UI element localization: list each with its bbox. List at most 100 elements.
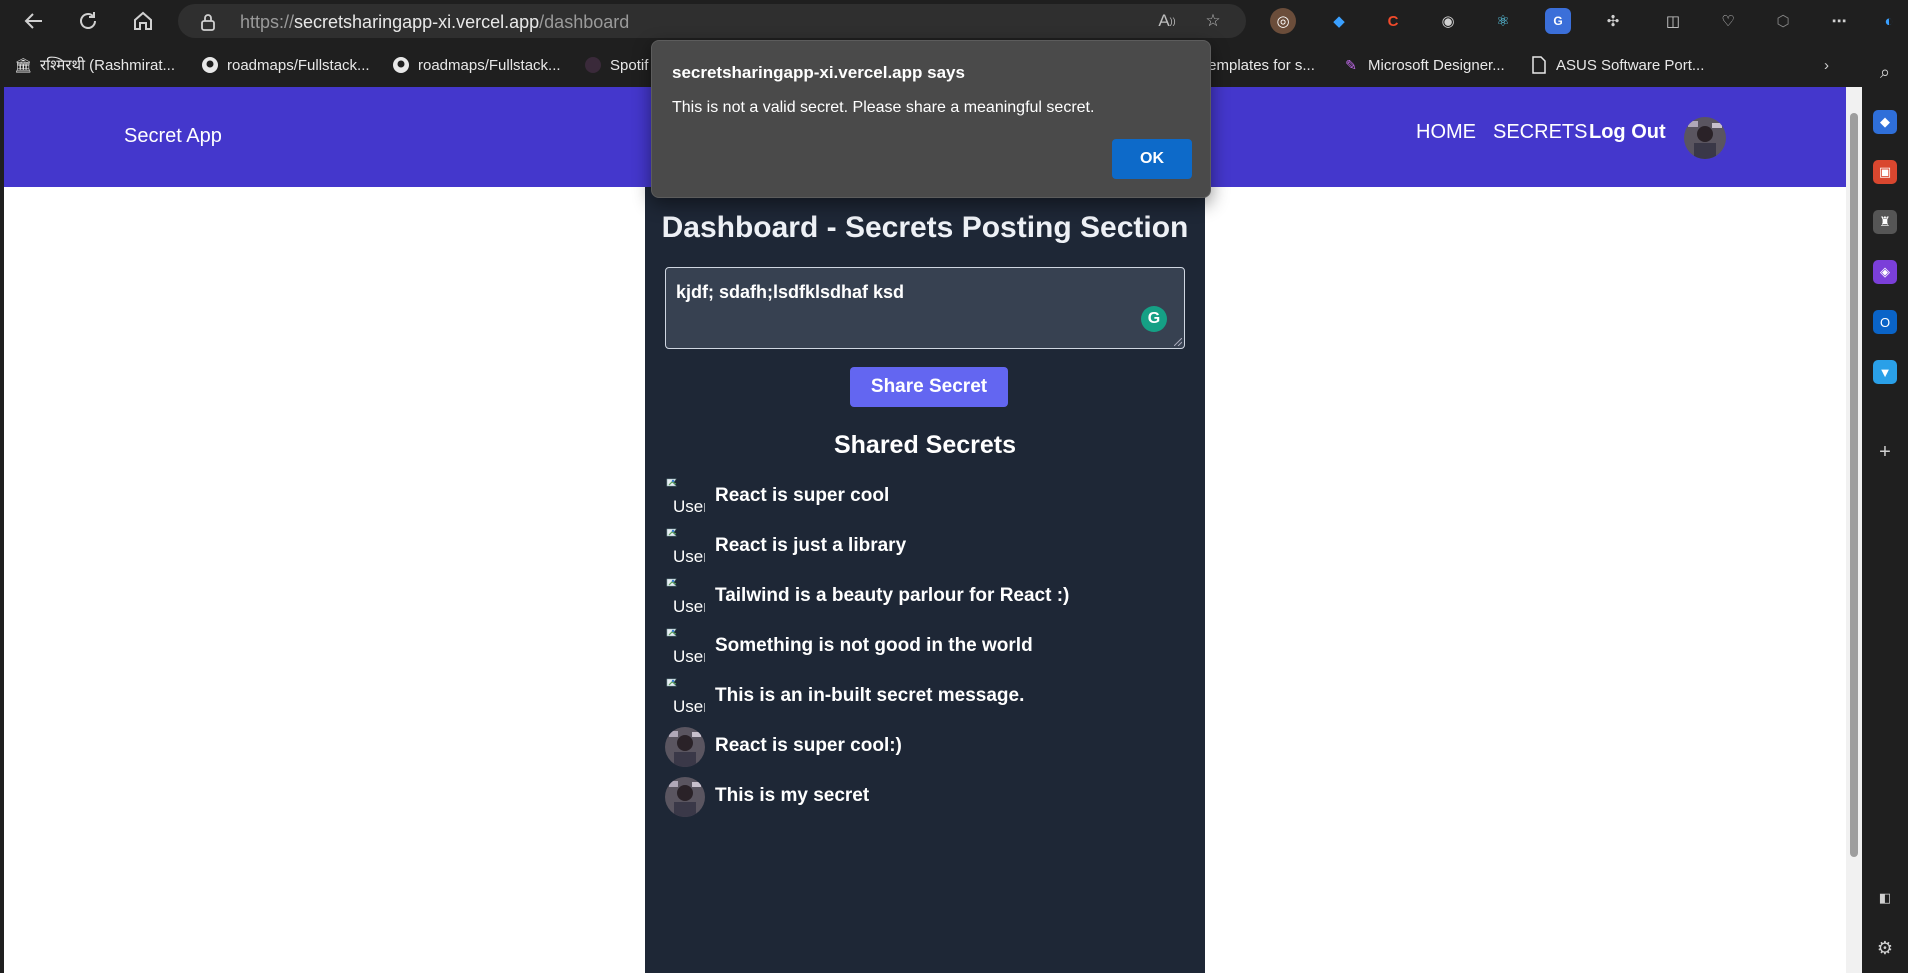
bookmark-label: roadmaps/Fullstack... <box>227 56 370 74</box>
settings-gear-icon[interactable]: ⚙ <box>1873 936 1897 960</box>
secret-list-item: User Tailwind is a beauty parlour for Rea… <box>665 577 1185 617</box>
tools-icon[interactable]: ▣ <box>1873 160 1897 184</box>
broken-image-icon: User <box>665 577 705 617</box>
user-avatar <box>665 777 705 817</box>
copilot-365-icon[interactable]: ◈ <box>1873 260 1897 284</box>
alert-title: secretsharingapp-xi.vercel.app says <box>672 63 965 82</box>
bookmark-label: ASUS Software Port... <box>1556 56 1705 74</box>
nav-home-link[interactable]: HOME <box>1416 121 1476 144</box>
back-icon[interactable] <box>18 5 50 37</box>
resize-handle-icon[interactable] <box>1174 338 1182 346</box>
page-scrollbar[interactable] <box>1846 87 1862 973</box>
designer-icon: ✎ <box>1345 56 1357 73</box>
bookmarks-overflow-chevron-icon[interactable]: › <box>1824 54 1829 76</box>
secret-textarea[interactable]: kjdf; sdafh;lsdfklsdhaf ksd G <box>665 267 1185 349</box>
extensions-puzzle-icon[interactable]: ✣ <box>1600 8 1626 34</box>
github-icon <box>201 56 219 74</box>
broken-image-icon: User <box>665 477 705 517</box>
edge-sidebar: ⌕ ◆ ▣ ♜ ◈ O ▼ + ◧ ⚙ <box>1862 44 1908 973</box>
outlook-icon[interactable]: O <box>1873 310 1897 334</box>
bookmark-label: रश्मिरथी (Rashmirat... <box>40 57 175 74</box>
lock-icon[interactable] <box>200 13 216 36</box>
extension-c-icon[interactable]: C <box>1380 8 1406 34</box>
user-avatar[interactable] <box>1684 117 1726 159</box>
extension-target-icon[interactable]: ◉ <box>1435 8 1461 34</box>
url-scheme: https:// <box>240 12 295 32</box>
translate-icon[interactable]: G <box>1545 8 1571 34</box>
dashboard-panel: Dashboard - Secrets Posting Section kjdf… <box>645 187 1205 973</box>
alert-dialog: secretsharingapp-xi.vercel.app says This… <box>651 40 1211 198</box>
bookmark-item[interactable]: ✎ Microsoft Designer... <box>1342 54 1505 76</box>
bookmark-item[interactable]: 🏛 रश्मिरथी (Rashmirat... <box>14 54 175 76</box>
user-avatar <box>665 727 705 767</box>
more-menu-icon[interactable]: ⋯ <box>1826 8 1852 34</box>
bookmark-label: roadmaps/Fullstack... <box>418 56 561 74</box>
shared-secrets-heading: Shared Secrets <box>833 431 1017 459</box>
bookmark-label: templates for s... <box>1204 56 1315 74</box>
secret-text: React is just a library <box>715 535 907 556</box>
broken-image-icon: User <box>665 677 705 717</box>
secret-text: This is my secret <box>715 785 870 806</box>
broken-image-icon: User <box>665 627 705 667</box>
copilot-icon[interactable]: ◐ <box>1876 8 1902 34</box>
read-aloud-icon[interactable]: A)) <box>1156 10 1178 32</box>
games-icon[interactable]: ♜ <box>1873 210 1897 234</box>
split-screen-icon[interactable]: ◫ <box>1660 8 1686 34</box>
secret-text: React is super cool:) <box>715 735 902 756</box>
shopping-tag-icon[interactable]: ◆ <box>1873 110 1897 134</box>
brand-link[interactable]: Secret App <box>124 125 222 148</box>
museum-icon: 🏛 <box>14 56 32 73</box>
add-icon[interactable]: + <box>1873 440 1897 464</box>
react-devtools-icon[interactable]: ⚛ <box>1490 8 1516 34</box>
avatar-alt-text: User <box>673 697 705 716</box>
alert-ok-button[interactable]: OK <box>1112 139 1192 179</box>
github-icon <box>392 56 410 74</box>
secret-list-item: This is my secret <box>665 777 1185 817</box>
secret-list-item: User React is just a library <box>665 527 1185 567</box>
secret-list-item: User This is an in-built secret message. <box>665 677 1185 717</box>
browser-essentials-icon[interactable]: ♡ <box>1715 8 1741 34</box>
sidebar-toggle-icon[interactable]: ◧ <box>1873 886 1897 910</box>
bookmark-item[interactable]: templates for s... <box>1204 54 1315 76</box>
spotify-icon <box>584 56 602 74</box>
collections-icon[interactable]: ⬡ <box>1770 8 1796 34</box>
textarea-value: kjdf; sdafh;lsdfklsdhaf ksd <box>676 282 905 302</box>
browser-toolbar: https://secretsharingapp-xi.vercel.app/d… <box>0 0 1908 42</box>
url-text[interactable]: https://secretsharingapp-xi.vercel.app/d… <box>240 12 629 33</box>
secret-text: This is an in-built secret message. <box>715 685 1025 706</box>
avatar-alt-text: User <box>673 547 705 566</box>
secret-text: React is super cool <box>715 485 890 506</box>
bookmark-item[interactable]: ASUS Software Port... <box>1530 54 1704 76</box>
avatar-alt-text: User <box>673 597 705 616</box>
url-host: secretsharingapp-xi.vercel.app <box>294 12 540 32</box>
extension-gem-icon[interactable]: ◆ <box>1326 8 1352 34</box>
bookmark-item[interactable]: Spotif <box>584 54 648 76</box>
broken-image-icon: User <box>665 527 705 567</box>
search-icon[interactable]: ⌕ <box>1873 60 1897 84</box>
secret-list-item: User React is super cool <box>665 477 1185 517</box>
url-path: /dashboard <box>539 12 630 32</box>
secret-text: Something is not good in the world <box>715 635 1033 656</box>
reload-icon[interactable] <box>72 5 104 37</box>
address-bar[interactable]: https://secretsharingapp-xi.vercel.app/d… <box>178 4 1246 38</box>
scrollbar-thumb[interactable] <box>1850 113 1858 857</box>
favorite-star-icon[interactable]: ☆ <box>1202 10 1224 32</box>
share-secret-button[interactable]: Share Secret <box>850 367 1008 407</box>
extension-glasses-icon[interactable]: ◎ <box>1270 8 1296 34</box>
avatar-alt-text: User <box>673 497 705 516</box>
secret-list-item: React is super cool:) <box>665 727 1185 767</box>
logout-link[interactable]: Log Out <box>1589 121 1666 144</box>
secret-text: Tailwind is a beauty parlour for React :… <box>715 585 1070 606</box>
bookmark-item[interactable]: roadmaps/Fullstack... <box>392 54 561 76</box>
avatar-alt-text: User <box>673 647 705 666</box>
page-title: Dashboard - Secrets Posting Section <box>661 211 1189 244</box>
home-icon[interactable] <box>127 5 159 37</box>
page-viewport: Secret App HOME SECRETS Log Out Dashboar… <box>4 87 1846 973</box>
nav-secrets-link[interactable]: SECRETS <box>1493 121 1587 144</box>
bookmark-label: Spotif <box>610 56 649 74</box>
bookmark-label: Microsoft Designer... <box>1368 56 1505 74</box>
drop-icon[interactable]: ▼ <box>1873 360 1897 384</box>
bookmark-item[interactable]: roadmaps/Fullstack... <box>201 54 370 76</box>
grammarly-icon[interactable]: G <box>1141 306 1167 332</box>
secret-list-item: User Something is not good in the world <box>665 627 1185 667</box>
